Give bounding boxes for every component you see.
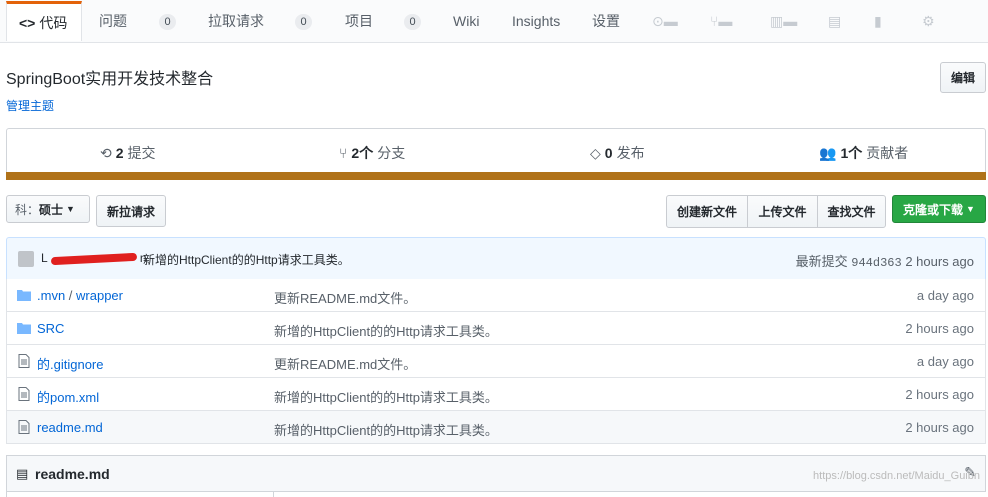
create-new-file-button[interactable]: 创建新文件 (666, 195, 748, 228)
tab-settings[interactable]: 设置 (592, 0, 620, 42)
clone-download-label: 克隆或下载 (903, 202, 964, 217)
branches-count: 2个 (351, 145, 374, 161)
readme-title: readme.md (35, 466, 110, 482)
tab-insights[interactable]: Insights (512, 0, 560, 42)
find-file-button[interactable]: 查找文件 (817, 195, 886, 228)
gear-icon[interactable]: ⚙ (922, 13, 935, 30)
commit-author[interactable]: L n (41, 251, 147, 266)
contributors-label: 贡献者 (866, 145, 909, 161)
redacted-mark (50, 252, 137, 266)
file-name[interactable]: .mvn / wrapper (37, 288, 123, 303)
file-commit-message[interactable]: 更新README.md文件。 (274, 354, 416, 373)
tab-pull-requests-label: 拉取请求 (208, 13, 264, 29)
commit-message[interactable]: 新增的HttpClient的的Http请求工具类。 (143, 251, 350, 268)
git-branch-icon: ⑂ (339, 145, 348, 161)
project-icon[interactable]: ▥▬ (770, 13, 797, 30)
commits-stat[interactable]: ⟲ 2 提交 (100, 143, 156, 163)
upload-files-button[interactable]: 上传文件 (747, 195, 818, 228)
file-name[interactable]: SRC (37, 321, 64, 336)
releases-stat[interactable]: ◇ 0 发布 (590, 143, 645, 163)
contributors-count: 1个 (840, 145, 863, 161)
file-age: a day ago (916, 354, 974, 369)
watermark: https://blog.csdn.net/Maidu_Guibn (813, 470, 980, 482)
tab-insights-label: Insights (512, 13, 561, 29)
table-row[interactable]: .mvn / wrapper 更新README.md文件。 a day ago (6, 279, 986, 312)
tab-issues[interactable]: 问题 (99, 0, 127, 42)
repo-description: SpringBoot实用开发技术整合 (6, 71, 214, 88)
latest-commit-label: 最新提交 (795, 254, 848, 269)
branch-prefix: 科： (15, 202, 40, 217)
file-age: a day ago (916, 288, 974, 303)
file-age: 2 hours ago (905, 387, 974, 402)
repo-nav: <> 代码 问题 0 拉取请求 0 项目 0 Wiki Insights 设置 … (0, 0, 988, 43)
caret-down-icon: ▼ (966, 204, 975, 214)
history-icon: ⟲ (100, 144, 112, 161)
commit-sha[interactable]: 944d363 (851, 256, 901, 270)
book-icon[interactable]: ▤ (828, 13, 841, 30)
file-name[interactable]: 的.gitignore (37, 354, 103, 373)
file-commit-message[interactable]: 更新README.md文件。 (274, 288, 416, 307)
contributors-stat[interactable]: 👥 1个 贡献者 (819, 143, 908, 163)
caret-down-icon: ▼ (66, 204, 75, 214)
tab-wiki-label: Wiki (453, 13, 480, 29)
manage-topics-link[interactable]: 管理主题 (6, 97, 54, 114)
commit-meta: 最新提交 944d363 2 hours ago (796, 251, 974, 270)
releases-count: 0 (604, 145, 613, 161)
people-icon: 👥 (819, 144, 837, 161)
folder-icon (17, 290, 31, 301)
tab-code[interactable]: <> 代码 (6, 1, 82, 41)
language-bar[interactable] (6, 172, 986, 180)
tab-issues-label: 问题 (99, 13, 127, 29)
commit-age: 2 hours ago (905, 254, 974, 269)
file-icon (18, 354, 30, 368)
git-pull-request-icon[interactable]: ⑂▬ (710, 13, 732, 29)
tab-pull-requests[interactable]: 拉取请求 (208, 0, 264, 42)
book-icon: ▤ (16, 466, 29, 481)
pull-requests-counter: 0 (295, 14, 312, 30)
releases-label: 发布 (616, 145, 645, 161)
projects-counter: 0 (404, 14, 421, 30)
tab-projects-label: 项目 (345, 13, 373, 29)
graph-icon[interactable]: ▮ (874, 13, 882, 30)
branch-name: 硕士 (39, 202, 64, 217)
tab-settings-label: 设置 (592, 13, 620, 29)
folder-icon (17, 323, 31, 334)
table-row[interactable]: SRC 新增的HttpClient的的Http请求工具类。 2 hours ag… (6, 312, 986, 345)
file-commit-message[interactable]: 新增的HttpClient的的Http请求工具类。 (274, 321, 498, 340)
table-row[interactable]: 的.gitignore 更新README.md文件。 a day ago (6, 345, 986, 378)
file-icon (18, 387, 30, 401)
file-age: 2 hours ago (905, 321, 974, 336)
commit-author-start: L (41, 251, 48, 265)
tag-icon: ◇ (590, 144, 601, 161)
tab-projects[interactable]: 项目 (345, 0, 373, 42)
file-age: 2 hours ago (905, 420, 974, 435)
path-separator: / (65, 288, 77, 303)
dir-part: .mvn (37, 288, 66, 303)
tab-wiki[interactable]: Wiki (453, 0, 479, 42)
latest-commit: L n 新增的HttpClient的的Http请求工具类。 最新提交 944d3… (6, 237, 986, 280)
file-name[interactable]: 的pom.xml (37, 387, 99, 406)
file-name[interactable]: readme.md (37, 420, 103, 435)
issue-opened-icon[interactable]: ⊙▬ (652, 13, 678, 30)
file-commit-message[interactable]: 新增的HttpClient的的Http请求工具类。 (274, 420, 498, 439)
tab-code-label: 代码 (39, 14, 68, 31)
dir-subpart: wrapper (76, 288, 123, 303)
clone-download-button[interactable]: 克隆或下载 ▼ (892, 195, 986, 223)
table-row[interactable]: readme.md 新增的HttpClient的的Http请求工具类。 2 ho… (6, 411, 986, 444)
commits-count: 2 (115, 145, 124, 161)
file-commit-message[interactable]: 新增的HttpClient的的Http请求工具类。 (274, 387, 498, 406)
repo-stats: ⟲ 2 提交 ⑂ 2个 分支 ◇ 0 发布 👥 1个 贡献者 (6, 128, 986, 178)
code-icon: <> (19, 14, 36, 31)
issues-counter: 0 (159, 14, 176, 30)
branches-label: 分支 (377, 145, 406, 161)
edit-button[interactable]: 编辑 (940, 62, 986, 93)
new-pull-request-button[interactable]: 新拉请求 (96, 195, 166, 227)
avatar[interactable] (18, 251, 34, 267)
file-icon (18, 420, 30, 434)
branch-select[interactable]: 科： 硕士 ▼ (6, 195, 90, 223)
branches-stat[interactable]: ⑂ 2个 分支 (339, 143, 405, 163)
table-row[interactable]: 的pom.xml 新增的HttpClient的的Http请求工具类。 2 hou… (6, 378, 986, 411)
commits-label: 提交 (127, 145, 156, 161)
readme-body (6, 491, 274, 497)
